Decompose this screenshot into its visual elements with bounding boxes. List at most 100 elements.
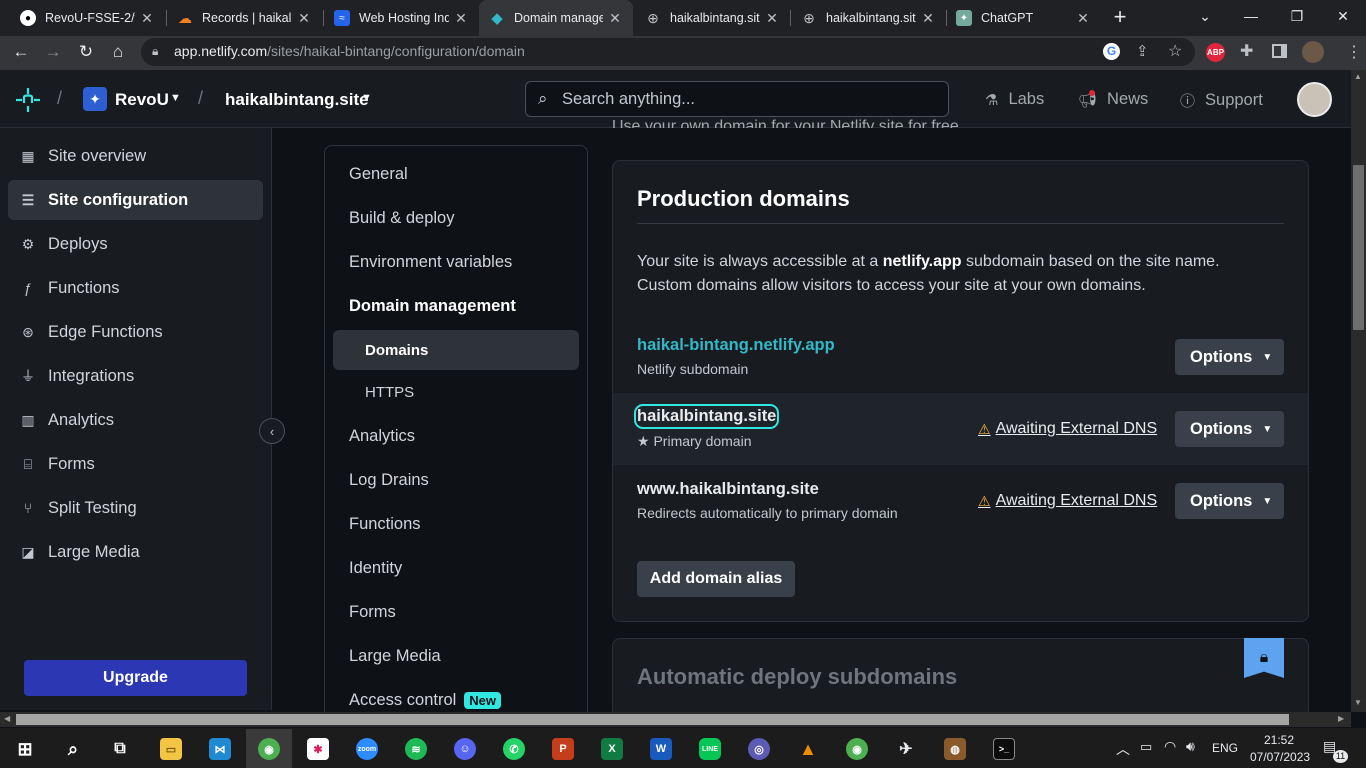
google-icon[interactable]: G (1103, 43, 1120, 60)
browser-tab-active[interactable]: ◆ Domain manage ✕ (479, 0, 633, 36)
zoom-icon[interactable]: zoom (356, 738, 378, 760)
close-tab-icon[interactable]: ✕ (607, 10, 623, 27)
language-indicator[interactable]: ENG (1212, 741, 1238, 755)
options-button[interactable]: Options ▼ (1175, 411, 1284, 447)
browser-tab[interactable]: ⊕ haikalbintang.site ✕ (791, 0, 946, 36)
app-icon[interactable]: ✈ (895, 738, 917, 760)
home-icon[interactable]: ⌂ (105, 39, 131, 65)
settings-nav-build-deploy[interactable]: Build & deploy (349, 209, 455, 228)
close-tab-icon[interactable]: ✕ (296, 10, 312, 27)
domain-link[interactable]: haikalbintang.site (633, 404, 780, 429)
share-icon[interactable]: ⇪ (1136, 42, 1149, 60)
settings-nav-general[interactable]: General (349, 165, 408, 184)
slack-icon[interactable]: ✱ (307, 738, 329, 760)
dns-status-link[interactable]: ⚠ Awaiting External DNS (978, 492, 1157, 510)
sidebar-item-large-media[interactable]: ◪ Large Media (8, 532, 263, 572)
chrome-icon[interactable]: ◉ (258, 738, 280, 760)
line-icon[interactable]: LINE (699, 738, 721, 760)
close-window-icon[interactable]: ✕ (1320, 0, 1366, 32)
domain-link[interactable]: haikal-bintang.netlify.app (637, 336, 835, 355)
battery-icon[interactable]: ▭ (1140, 739, 1152, 755)
netlify-logo-icon[interactable] (12, 86, 44, 114)
game-icon[interactable]: ◍ (944, 738, 966, 760)
support-link[interactable]: ⓘ Support (1180, 90, 1263, 111)
chrome-icon[interactable]: ◉ (846, 738, 868, 760)
settings-nav-domains[interactable]: Domains (333, 330, 579, 370)
settings-nav-identity[interactable]: Identity (349, 559, 402, 578)
vscode-icon[interactable]: ⋈ (209, 738, 231, 760)
options-button[interactable]: Options ▼ (1175, 483, 1284, 519)
settings-nav-access-control[interactable]: Access control New (349, 691, 502, 710)
sidebar-item-forms[interactable]: ⌸ Forms (8, 444, 263, 484)
powerpoint-icon[interactable]: P (552, 738, 574, 760)
new-tab-button[interactable]: + (1108, 4, 1132, 30)
close-tab-icon[interactable]: ✕ (920, 10, 936, 27)
menu-icon[interactable]: ⋮ (1346, 42, 1362, 62)
spotify-icon[interactable]: ≋ (405, 738, 427, 760)
browser-tab[interactable]: ● RevoU-FSSE-2/w ✕ (10, 0, 165, 36)
clock-date[interactable]: 07/07/2023 (1250, 750, 1310, 764)
windows-start-icon[interactable]: ⊞ (14, 738, 36, 760)
scrollbar-thumb[interactable] (1353, 165, 1364, 330)
add-domain-alias-button[interactable]: Add domain alias (637, 561, 795, 597)
sidebar-item-deploys[interactable]: ⚙ Deploys (8, 224, 263, 264)
side-panel-icon[interactable] (1272, 44, 1287, 58)
word-icon[interactable]: W (650, 738, 672, 760)
options-button[interactable]: Options ▼ (1175, 339, 1284, 375)
scroll-right-icon[interactable]: ▶ (1338, 714, 1344, 723)
settings-nav-functions[interactable]: Functions (349, 515, 421, 534)
labs-link[interactable]: ⚗ Labs (985, 90, 1044, 109)
scrollbar-thumb[interactable] (16, 714, 1289, 725)
close-tab-icon[interactable]: ✕ (453, 10, 469, 27)
close-tab-icon[interactable]: ✕ (1075, 10, 1091, 27)
task-view-icon[interactable]: ⧉ (109, 738, 131, 760)
scroll-down-icon[interactable]: ▼ (1354, 698, 1362, 707)
browser-tab[interactable]: ≈ Web Hosting Ind ✕ (324, 0, 479, 36)
domain-link[interactable]: www.haikalbintang.site (637, 480, 819, 499)
lock-icon[interactable]: 🔒︎ (152, 44, 158, 59)
chevron-down-icon[interactable]: ▼ (361, 92, 372, 104)
collapse-sidebar-icon[interactable]: ‹ (259, 418, 285, 444)
wifi-icon[interactable]: ◠ (1164, 738, 1176, 755)
settings-nav-analytics[interactable]: Analytics (349, 427, 415, 446)
extensions-icon[interactable]: ✚ (1240, 41, 1253, 61)
settings-nav-domain-management[interactable]: Domain management (349, 297, 516, 316)
profile-avatar[interactable] (1302, 41, 1324, 63)
settings-nav-forms[interactable]: Forms (349, 603, 396, 622)
search-icon[interactable]: ⌕ (62, 738, 84, 760)
clock-time[interactable]: 21:52 (1264, 733, 1294, 747)
vlc-icon[interactable]: ▲ (797, 738, 819, 760)
whatsapp-icon[interactable]: ✆ (503, 738, 525, 760)
tray-expand-icon[interactable]: ︿ (1116, 739, 1130, 759)
sidebar-item-split-testing[interactable]: ⑂ Split Testing (8, 488, 263, 528)
minimize-icon[interactable]: — (1228, 0, 1274, 32)
forward-icon[interactable]: → (40, 39, 66, 65)
back-icon[interactable]: ← (8, 39, 34, 65)
close-tab-icon[interactable]: ✕ (764, 10, 780, 27)
settings-nav-environment-variables[interactable]: Environment variables (349, 253, 512, 272)
settings-nav-https[interactable]: HTTPS (333, 372, 579, 412)
file-explorer-icon[interactable]: ▭ (160, 738, 182, 760)
sidebar-item-analytics[interactable]: ▥ Analytics (8, 400, 263, 440)
browser-tab[interactable]: ⊕ haikalbintang.site ✕ (635, 0, 790, 36)
app-icon[interactable]: ◎ (748, 738, 770, 760)
discord-icon[interactable]: ☺ (454, 738, 476, 760)
restore-icon[interactable]: ❐ (1274, 0, 1320, 32)
settings-nav-log-drains[interactable]: Log Drains (349, 471, 429, 490)
reload-icon[interactable]: ↻ (73, 39, 99, 65)
sidebar-item-site-configuration[interactable]: ☰ Site configuration (8, 180, 263, 220)
sidebar-item-site-overview[interactable]: ▦ Site overview (8, 136, 263, 176)
browser-tab[interactable]: ☁ Records | haikalb ✕ (167, 0, 322, 36)
bookmark-star-icon[interactable]: ☆ (1168, 41, 1182, 61)
browser-tab[interactable]: ✦ ChatGPT ✕ (946, 0, 1101, 36)
settings-nav-large-media[interactable]: Large Media (349, 647, 441, 666)
terminal-icon[interactable]: >_ (993, 738, 1015, 760)
volume-icon[interactable]: 🔊︎ (1186, 738, 1195, 755)
scroll-up-icon[interactable]: ▲ (1354, 72, 1362, 81)
excel-icon[interactable]: X (601, 738, 623, 760)
chevron-down-icon[interactable]: ▼ (170, 92, 181, 104)
adblock-icon[interactable]: ABP (1206, 43, 1225, 62)
sidebar-item-integrations[interactable]: ⏚ Integrations (8, 356, 263, 396)
site-switcher[interactable]: haikalbintang.site (225, 90, 369, 110)
scroll-left-icon[interactable]: ◀ (4, 714, 10, 723)
